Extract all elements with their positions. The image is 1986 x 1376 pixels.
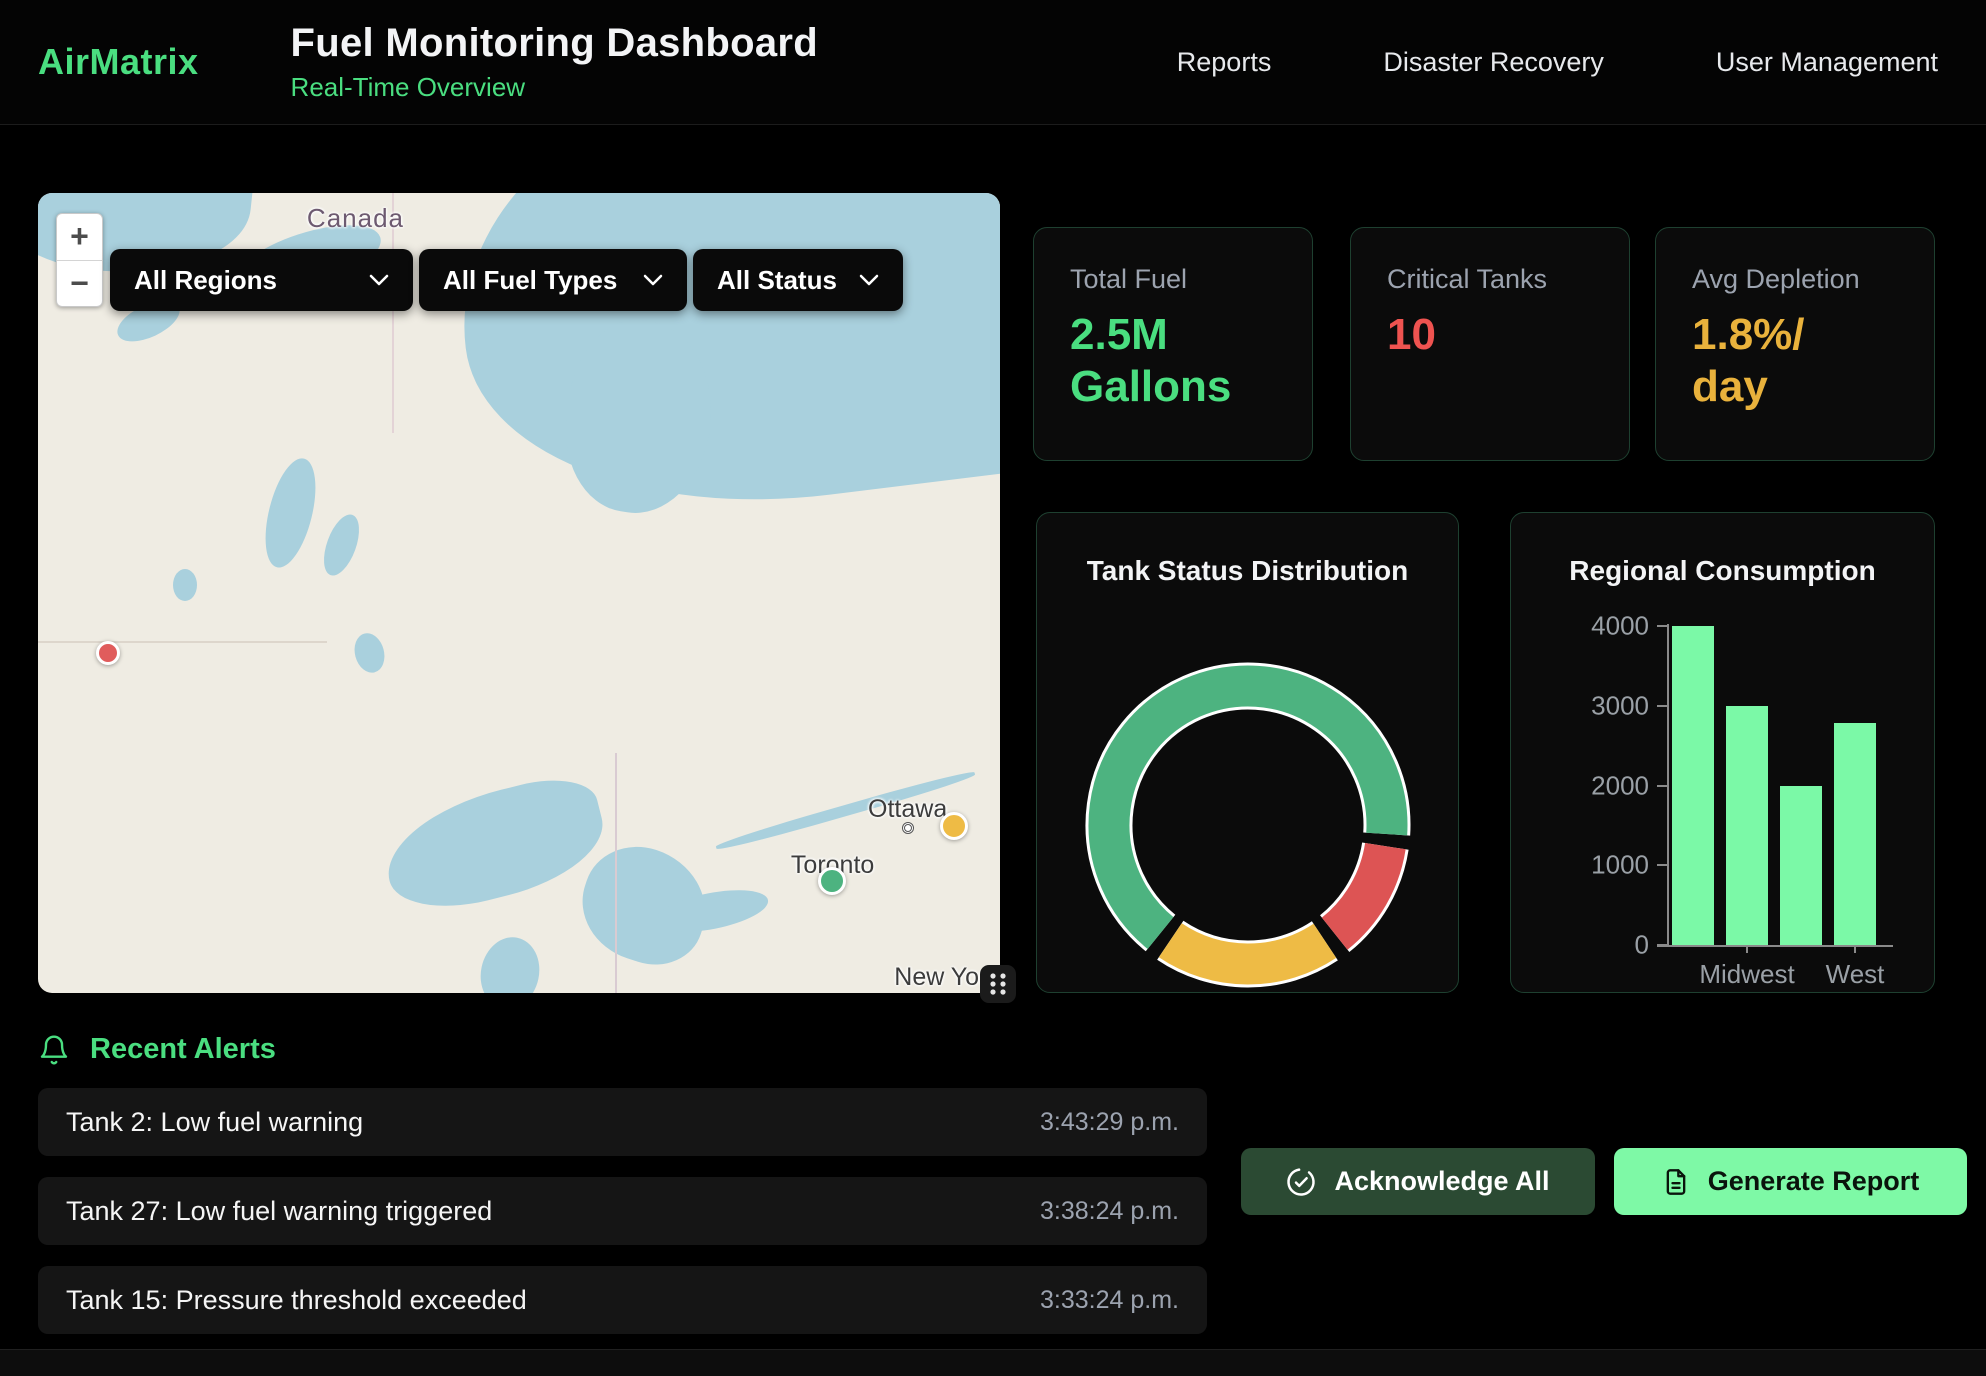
x-tick <box>1746 945 1748 953</box>
tank-marker-warning[interactable] <box>940 812 968 840</box>
y-tick <box>1657 705 1667 707</box>
stat-card-total-fuel: Total Fuel 2.5M Gallons <box>1033 227 1313 461</box>
tank-marker-critical[interactable] <box>96 641 120 665</box>
map-water-shape <box>317 510 366 580</box>
zoom-out-button[interactable]: − <box>57 260 102 307</box>
main-nav: Reports Disaster Recovery User Managemen… <box>1177 47 1986 78</box>
app-logo: AirMatrix <box>38 41 199 83</box>
regional-consumption-plot: 0 1000 2000 3000 4000 Midwest West <box>1511 513 1934 992</box>
map-label-country: Canada <box>307 203 404 234</box>
status-filter-select[interactable]: All Status <box>693 249 903 311</box>
acknowledge-all-button[interactable]: Acknowledge All <box>1241 1148 1595 1215</box>
map-boundary-line <box>38 641 327 643</box>
x-tick <box>1854 945 1856 953</box>
bar <box>1780 786 1822 946</box>
check-circle-icon <box>1286 1167 1316 1197</box>
alert-time: 3:33:24 p.m. <box>1040 1286 1179 1315</box>
zoom-in-button[interactable]: + <box>57 214 102 260</box>
generate-report-button[interactable]: Generate Report <box>1614 1148 1967 1215</box>
status-filter-label: All Status <box>717 265 837 296</box>
stat-value-total-fuel: 2.5M Gallons <box>1070 309 1250 413</box>
x-tick-label: West <box>1826 959 1885 990</box>
stat-value-critical-tanks: 10 <box>1387 309 1547 361</box>
x-axis-line <box>1657 945 1893 947</box>
bar <box>1672 626 1714 945</box>
y-tick-label: 3000 <box>1559 690 1649 721</box>
app-header: AirMatrix Fuel Monitoring Dashboard Real… <box>0 0 1986 125</box>
tank-status-donut <box>1078 655 1418 1000</box>
stat-card-critical-tanks: Critical Tanks 10 <box>1350 227 1630 461</box>
fuel-type-filter-select[interactable]: All Fuel Types <box>419 249 687 311</box>
tank-marker-operational[interactable] <box>818 867 846 895</box>
alert-row[interactable]: Tank 27: Low fuel warning triggered 3:38… <box>38 1177 1207 1245</box>
nav-disaster-recovery[interactable]: Disaster Recovery <box>1383 47 1604 78</box>
chevron-down-icon <box>643 274 663 286</box>
y-tick <box>1657 864 1667 866</box>
map-resize-handle[interactable] <box>980 965 1016 1003</box>
map-zoom-control: + − <box>56 213 103 307</box>
y-tick-label: 4000 <box>1559 611 1649 642</box>
acknowledge-all-label: Acknowledge All <box>1334 1166 1549 1197</box>
map-boundary-line <box>615 753 617 993</box>
bell-icon <box>38 1034 70 1066</box>
alert-row[interactable]: Tank 15: Pressure threshold exceeded 3:3… <box>38 1266 1207 1334</box>
map-label-ottawa: Ottawa <box>868 795 947 824</box>
tank-status-card: Tank Status Distribution <box>1036 512 1459 993</box>
y-tick-label: 0 <box>1559 930 1649 961</box>
tank-status-donut-svg <box>1078 655 1418 995</box>
region-filter-select[interactable]: All Regions <box>110 249 413 311</box>
stat-value-avg-depletion: 1.8%/ day <box>1692 309 1842 413</box>
map-canvas[interactable]: Canada Ottawa Toronto New York + − All R… <box>38 193 1000 993</box>
drag-dots-icon <box>987 971 1009 997</box>
chevron-down-icon <box>369 274 389 286</box>
y-tick-label: 2000 <box>1559 770 1649 801</box>
y-tick-label: 1000 <box>1559 850 1649 881</box>
nav-reports[interactable]: Reports <box>1177 47 1272 78</box>
x-tick-label: Midwest <box>1699 959 1794 990</box>
alert-row[interactable]: Tank 2: Low fuel warning 3:43:29 p.m. <box>38 1088 1207 1156</box>
alert-text: Tank 27: Low fuel warning triggered <box>66 1196 492 1227</box>
y-tick <box>1657 944 1667 946</box>
region-filter-label: All Regions <box>134 265 277 296</box>
dashboard-main: Canada Ottawa Toronto New York + − All R… <box>0 125 1986 1376</box>
stat-label: Critical Tanks <box>1387 264 1593 295</box>
chevron-down-icon <box>859 274 879 286</box>
stat-label: Total Fuel <box>1070 264 1276 295</box>
map-water-shape <box>351 630 389 676</box>
tank-status-title: Tank Status Distribution <box>1037 555 1458 587</box>
town-dot <box>902 822 914 834</box>
map-water-shape <box>474 932 545 993</box>
map-water-shape <box>256 453 325 572</box>
alert-text: Tank 15: Pressure threshold exceeded <box>66 1285 527 1316</box>
page-subtitle: Real-Time Overview <box>291 72 818 103</box>
map-water-shape <box>375 768 615 922</box>
regional-consumption-card: Regional Consumption 01000200030004000Mi… <box>1510 512 1935 993</box>
map-water-shape <box>438 193 1000 536</box>
alert-text: Tank 2: Low fuel warning <box>66 1107 363 1138</box>
y-tick <box>1657 785 1667 787</box>
document-icon <box>1662 1168 1690 1196</box>
map-filter-row: All Regions All Fuel Types All Status <box>110 249 903 311</box>
recent-alerts-label: Recent Alerts <box>90 1033 276 1066</box>
fuel-type-filter-label: All Fuel Types <box>443 265 617 296</box>
map-panel: Canada Ottawa Toronto New York + − All R… <box>38 193 1000 993</box>
y-tick <box>1657 625 1667 627</box>
map-water-shape <box>173 569 197 601</box>
bottom-bar <box>0 1349 1986 1376</box>
y-axis-line <box>1667 624 1669 947</box>
stat-label: Avg Depletion <box>1692 264 1898 295</box>
recent-alerts-heading: Recent Alerts <box>38 1033 276 1066</box>
alert-time: 3:43:29 p.m. <box>1040 1108 1179 1137</box>
generate-report-label: Generate Report <box>1708 1166 1920 1197</box>
bar <box>1726 706 1768 945</box>
alert-time: 3:38:24 p.m. <box>1040 1197 1179 1226</box>
title-block: Fuel Monitoring Dashboard Real-Time Over… <box>291 21 818 103</box>
stat-card-avg-depletion: Avg Depletion 1.8%/ day <box>1655 227 1935 461</box>
bar <box>1834 723 1876 945</box>
nav-user-management[interactable]: User Management <box>1716 47 1938 78</box>
page-title: Fuel Monitoring Dashboard <box>291 21 818 66</box>
